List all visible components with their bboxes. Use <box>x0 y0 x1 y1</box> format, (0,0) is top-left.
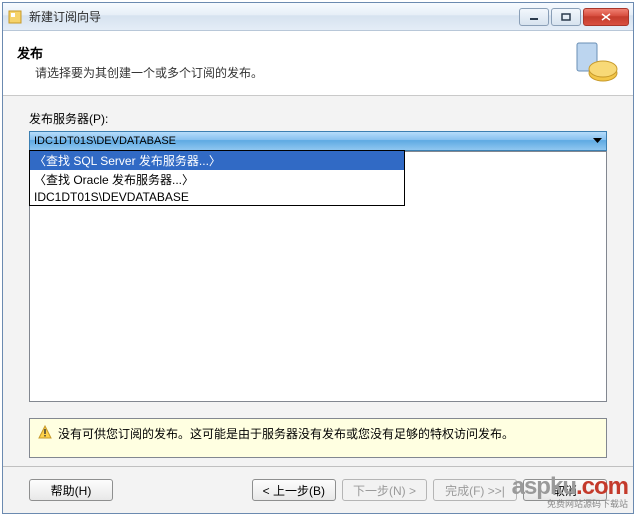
chevron-down-icon <box>593 135 602 147</box>
footer: 帮助(H) < 上一步(B) 下一步(N) > 完成(F) >>| 取消 <box>3 467 633 513</box>
help-button[interactable]: 帮助(H) <box>29 479 113 501</box>
next-button: 下一步(N) > <box>342 479 427 501</box>
warning-panel: 没有可供您订阅的发布。这可能是由于服务器没有发布或您没有足够的特权访问发布。 <box>29 418 607 458</box>
window-title: 新建订阅向导 <box>29 8 519 25</box>
window-controls <box>519 8 629 26</box>
combobox-value: IDC1DT01S\DEVDATABASE <box>34 135 176 147</box>
combobox-option[interactable]: 〈查找 SQL Server 发布服务器...〉 <box>30 151 404 170</box>
warning-text: 没有可供您订阅的发布。这可能是由于服务器没有发布或您没有足够的特权访问发布。 <box>58 425 514 442</box>
combobox-dropdown: 〈查找 SQL Server 发布服务器...〉 〈查找 Oracle 发布服务… <box>29 150 405 206</box>
close-button[interactable] <box>583 8 629 26</box>
page-subtitle: 请选择要为其创建一个或多个订阅的发布。 <box>17 64 563 81</box>
cancel-button[interactable]: 取消 <box>523 479 607 501</box>
publisher-combobox[interactable]: IDC1DT01S\DEVDATABASE 〈查找 SQL Server 发布服… <box>29 131 607 151</box>
minimize-button[interactable] <box>519 8 549 26</box>
content-area: 发布服务器(P): IDC1DT01S\DEVDATABASE 〈查找 SQL … <box>3 96 633 412</box>
page-title: 发布 <box>17 43 563 62</box>
back-button[interactable]: < 上一步(B) <box>252 479 336 501</box>
publisher-label: 发布服务器(P): <box>29 110 607 127</box>
warning-icon <box>38 425 52 439</box>
finish-button: 完成(F) >>| <box>433 479 517 501</box>
wizard-icon <box>573 39 619 85</box>
wizard-header: 发布 请选择要为其创建一个或多个订阅的发布。 <box>3 31 633 96</box>
combobox-display[interactable]: IDC1DT01S\DEVDATABASE <box>29 131 607 151</box>
combobox-option[interactable]: 〈查找 Oracle 发布服务器...〉 <box>30 170 404 189</box>
wizard-window: 新建订阅向导 发布 请选择要为其创建一个或多个订阅的发布。 <box>2 2 634 514</box>
maximize-button[interactable] <box>551 8 581 26</box>
combobox-option[interactable]: IDC1DT01S\DEVDATABASE <box>30 189 404 205</box>
app-icon <box>7 9 23 25</box>
titlebar[interactable]: 新建订阅向导 <box>3 3 633 31</box>
